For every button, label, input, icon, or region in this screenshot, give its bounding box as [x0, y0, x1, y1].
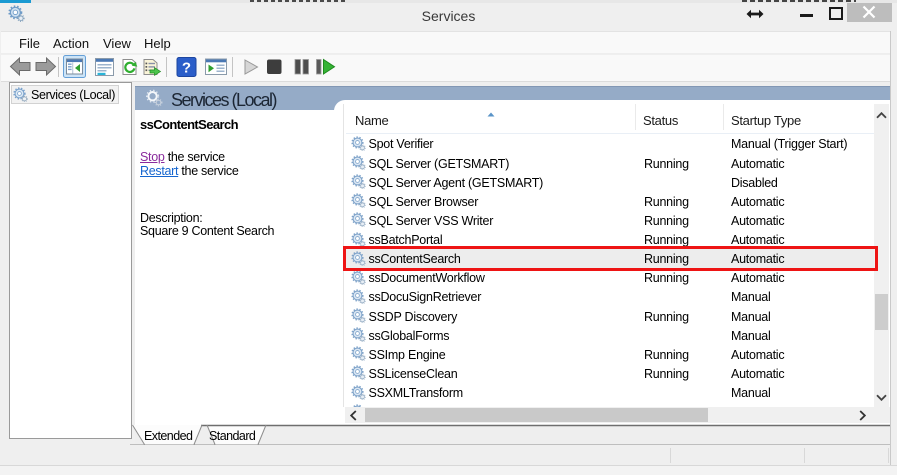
svg-text:?: ?: [182, 60, 191, 77]
